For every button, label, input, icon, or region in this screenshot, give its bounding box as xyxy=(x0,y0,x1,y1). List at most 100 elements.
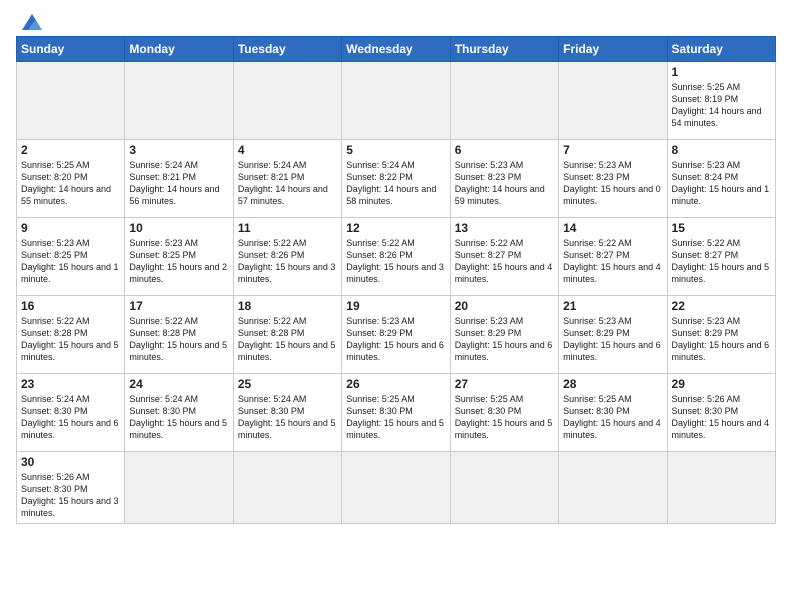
calendar-cell: 26 Sunrise: 5:25 AM Sunset: 8:30 PM Dayli… xyxy=(342,374,450,452)
day-info: Sunrise: 5:24 AM Sunset: 8:21 PM Dayligh… xyxy=(129,159,228,208)
day-number: 24 xyxy=(129,377,228,391)
calendar-cell: 13Sunrise: 5:22 AM Sunset: 8:27 PM Dayli… xyxy=(450,218,558,296)
calendar-body: 1 Sunrise: 5:25 AM Sunset: 8:19 PM Daylig… xyxy=(17,62,776,524)
day-number: 12 xyxy=(346,221,445,235)
logo-icon xyxy=(18,10,46,32)
calendar-week-row: 23 Sunrise: 5:24 AM Sunset: 8:30 PM Dayli… xyxy=(17,374,776,452)
calendar-cell: 3 Sunrise: 5:24 AM Sunset: 8:21 PM Daylig… xyxy=(125,140,233,218)
day-info: Sunrise: 5:23 AM Sunset: 8:29 PM Dayligh… xyxy=(563,315,662,364)
day-info: Sunrise: 5:23 AM Sunset: 8:25 PM Dayligh… xyxy=(21,237,120,286)
day-number: 2 xyxy=(21,143,120,157)
calendar-cell xyxy=(233,62,341,140)
day-header-wednesday: Wednesday xyxy=(342,37,450,62)
day-number: 29 xyxy=(672,377,771,391)
day-info: Sunrise: 5:25 AM Sunset: 8:30 PM Dayligh… xyxy=(455,393,554,442)
day-number: 25 xyxy=(238,377,337,391)
calendar-cell xyxy=(559,452,667,524)
day-header-monday: Monday xyxy=(125,37,233,62)
day-number: 10 xyxy=(129,221,228,235)
calendar-cell: 21 Sunrise: 5:23 AM Sunset: 8:29 PM Dayli… xyxy=(559,296,667,374)
calendar-cell: 8Sunrise: 5:23 AM Sunset: 8:24 PM Daylig… xyxy=(667,140,775,218)
day-header-sunday: Sunday xyxy=(17,37,125,62)
calendar-cell xyxy=(559,62,667,140)
day-info: Sunrise: 5:23 AM Sunset: 8:23 PM Dayligh… xyxy=(563,159,662,208)
calendar-cell: 22 Sunrise: 5:23 AM Sunset: 8:29 PM Dayli… xyxy=(667,296,775,374)
day-info: Sunrise: 5:23 AM Sunset: 8:24 PM Dayligh… xyxy=(672,159,771,208)
day-info: Sunrise: 5:24 AM Sunset: 8:21 PM Dayligh… xyxy=(238,159,337,208)
day-header-saturday: Saturday xyxy=(667,37,775,62)
calendar-cell: 24 Sunrise: 5:24 AM Sunset: 8:30 PM Dayli… xyxy=(125,374,233,452)
calendar-cell xyxy=(450,62,558,140)
day-info: Sunrise: 5:23 AM Sunset: 8:29 PM Dayligh… xyxy=(672,315,771,364)
calendar-cell xyxy=(17,62,125,140)
day-number: 11 xyxy=(238,221,337,235)
calendar-cell xyxy=(125,62,233,140)
calendar-cell xyxy=(667,452,775,524)
day-number: 3 xyxy=(129,143,228,157)
calendar-cell: 29 Sunrise: 5:26 AM Sunset: 8:30 PM Dayli… xyxy=(667,374,775,452)
calendar-cell: 7 Sunrise: 5:23 AM Sunset: 8:23 PM Daylig… xyxy=(559,140,667,218)
page: SundayMondayTuesdayWednesdayThursdayFrid… xyxy=(0,0,792,534)
day-header-thursday: Thursday xyxy=(450,37,558,62)
calendar-cell: 9 Sunrise: 5:23 AM Sunset: 8:25 PM Daylig… xyxy=(17,218,125,296)
day-info: Sunrise: 5:22 AM Sunset: 8:26 PM Dayligh… xyxy=(346,237,445,286)
calendar-cell: 25Sunrise: 5:24 AM Sunset: 8:30 PM Dayli… xyxy=(233,374,341,452)
day-number: 20 xyxy=(455,299,554,313)
calendar-cell: 15Sunrise: 5:22 AM Sunset: 8:27 PM Dayli… xyxy=(667,218,775,296)
calendar-cell: 23 Sunrise: 5:24 AM Sunset: 8:30 PM Dayli… xyxy=(17,374,125,452)
day-info: Sunrise: 5:25 AM Sunset: 8:30 PM Dayligh… xyxy=(563,393,662,442)
calendar-cell xyxy=(342,62,450,140)
day-info: Sunrise: 5:26 AM Sunset: 8:30 PM Dayligh… xyxy=(672,393,771,442)
calendar-cell: 2 Sunrise: 5:25 AM Sunset: 8:20 PM Daylig… xyxy=(17,140,125,218)
calendar-cell: 17Sunrise: 5:22 AM Sunset: 8:28 PM Dayli… xyxy=(125,296,233,374)
day-info: Sunrise: 5:25 AM Sunset: 8:30 PM Dayligh… xyxy=(346,393,445,442)
day-number: 28 xyxy=(563,377,662,391)
calendar-cell xyxy=(450,452,558,524)
calendar-cell: 18Sunrise: 5:22 AM Sunset: 8:28 PM Dayli… xyxy=(233,296,341,374)
calendar-cell: 4Sunrise: 5:24 AM Sunset: 8:21 PM Daylig… xyxy=(233,140,341,218)
day-number: 17 xyxy=(129,299,228,313)
day-number: 27 xyxy=(455,377,554,391)
day-number: 23 xyxy=(21,377,120,391)
calendar-week-row: 9 Sunrise: 5:23 AM Sunset: 8:25 PM Daylig… xyxy=(17,218,776,296)
calendar-week-row: 16 Sunrise: 5:22 AM Sunset: 8:28 PM Dayli… xyxy=(17,296,776,374)
day-number: 6 xyxy=(455,143,554,157)
day-info: Sunrise: 5:23 AM Sunset: 8:23 PM Dayligh… xyxy=(455,159,554,208)
calendar-cell xyxy=(342,452,450,524)
day-info: Sunrise: 5:23 AM Sunset: 8:25 PM Dayligh… xyxy=(129,237,228,286)
calendar-cell xyxy=(233,452,341,524)
logo xyxy=(16,10,46,32)
day-info: Sunrise: 5:23 AM Sunset: 8:29 PM Dayligh… xyxy=(455,315,554,364)
days-of-week-row: SundayMondayTuesdayWednesdayThursdayFrid… xyxy=(17,37,776,62)
calendar-cell: 10 Sunrise: 5:23 AM Sunset: 8:25 PM Dayli… xyxy=(125,218,233,296)
day-info: Sunrise: 5:24 AM Sunset: 8:30 PM Dayligh… xyxy=(21,393,120,442)
calendar-cell: 14Sunrise: 5:22 AM Sunset: 8:27 PM Dayli… xyxy=(559,218,667,296)
day-number: 21 xyxy=(563,299,662,313)
day-header-friday: Friday xyxy=(559,37,667,62)
day-number: 9 xyxy=(21,221,120,235)
day-info: Sunrise: 5:24 AM Sunset: 8:30 PM Dayligh… xyxy=(129,393,228,442)
calendar-cell: 11Sunrise: 5:22 AM Sunset: 8:26 PM Dayli… xyxy=(233,218,341,296)
day-number: 15 xyxy=(672,221,771,235)
day-info: Sunrise: 5:22 AM Sunset: 8:27 PM Dayligh… xyxy=(455,237,554,286)
day-number: 16 xyxy=(21,299,120,313)
calendar-cell xyxy=(125,452,233,524)
calendar-cell: 27 Sunrise: 5:25 AM Sunset: 8:30 PM Dayli… xyxy=(450,374,558,452)
calendar-week-row: 2 Sunrise: 5:25 AM Sunset: 8:20 PM Daylig… xyxy=(17,140,776,218)
day-number: 26 xyxy=(346,377,445,391)
day-number: 19 xyxy=(346,299,445,313)
day-number: 1 xyxy=(672,65,771,79)
day-header-tuesday: Tuesday xyxy=(233,37,341,62)
day-info: Sunrise: 5:25 AM Sunset: 8:19 PM Dayligh… xyxy=(672,81,771,130)
calendar-week-row: 1 Sunrise: 5:25 AM Sunset: 8:19 PM Daylig… xyxy=(17,62,776,140)
day-number: 5 xyxy=(346,143,445,157)
calendar-cell: 5Sunrise: 5:24 AM Sunset: 8:22 PM Daylig… xyxy=(342,140,450,218)
day-number: 22 xyxy=(672,299,771,313)
day-info: Sunrise: 5:22 AM Sunset: 8:28 PM Dayligh… xyxy=(21,315,120,364)
day-number: 7 xyxy=(563,143,662,157)
calendar-table: SundayMondayTuesdayWednesdayThursdayFrid… xyxy=(16,36,776,524)
calendar-cell: 28 Sunrise: 5:25 AM Sunset: 8:30 PM Dayli… xyxy=(559,374,667,452)
day-number: 30 xyxy=(21,455,120,469)
day-number: 18 xyxy=(238,299,337,313)
day-info: Sunrise: 5:25 AM Sunset: 8:20 PM Dayligh… xyxy=(21,159,120,208)
